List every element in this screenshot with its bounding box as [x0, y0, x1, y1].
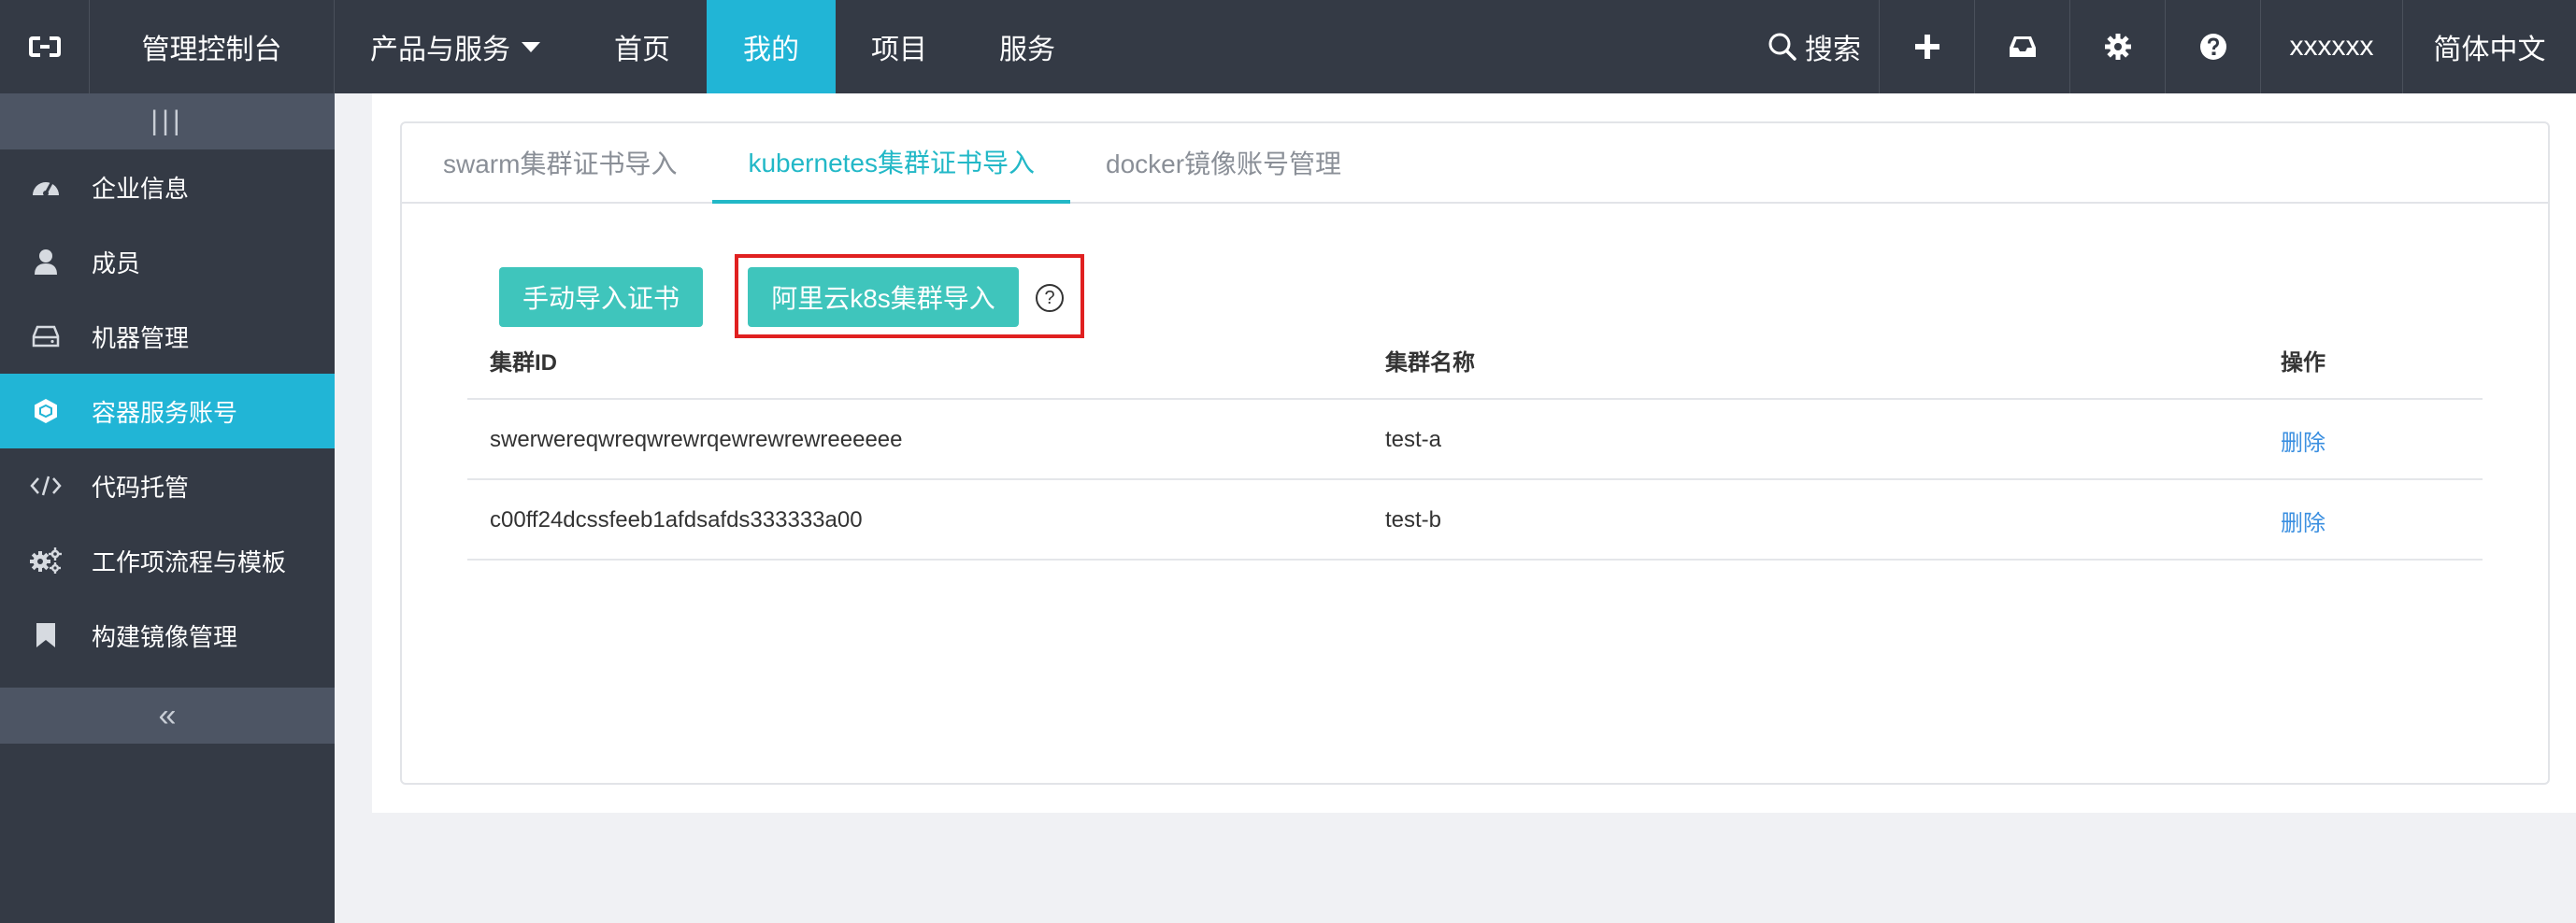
sidebar-item-label: 构建镜像管理 — [92, 622, 238, 651]
logo-icon — [28, 36, 61, 57]
sidebar-item-label: 企业信息 — [92, 174, 190, 203]
bookmark-icon — [0, 622, 92, 648]
help-circle-icon[interactable]: ? — [1036, 284, 1064, 312]
sidebar-collapse-button[interactable]: « — [0, 688, 335, 744]
table-row: c00ff24dcssfeeb1afdsafds333333a00 test-b… — [467, 480, 2483, 561]
sidebar-item-label: 容器服务账号 — [92, 398, 238, 427]
question-circle-icon — [2199, 34, 2226, 60]
aliyun-k8s-import-button[interactable]: 阿里云k8s集群导入 — [748, 267, 1019, 327]
cluster-id: swerwereqwreqwrewrqewrewrewreeeeee — [490, 427, 903, 452]
cluster-id: c00ff24dcssfeeb1afdsafds333333a00 — [490, 507, 863, 532]
sidebar-item-machines[interactable]: 机器管理 — [0, 299, 335, 374]
column-header-actions: 操作 — [2281, 349, 2326, 376]
column-header-cluster-name: 集群名称 — [1385, 349, 1475, 376]
logo[interactable] — [0, 0, 90, 93]
settings-button[interactable] — [2069, 0, 2165, 93]
tab-swarm-cert[interactable]: swarm集群证书导入 — [408, 123, 712, 202]
search-button[interactable]: 搜索 — [1750, 0, 1879, 93]
sidebar-item-build-images[interactable]: 构建镜像管理 — [0, 598, 335, 673]
inbox-icon — [2009, 36, 2036, 57]
cube-icon — [0, 398, 92, 424]
inbox-button[interactable] — [1974, 0, 2069, 93]
drive-icon — [0, 325, 92, 348]
add-button[interactable] — [1879, 0, 1974, 93]
code-icon — [0, 475, 92, 497]
nav-mine[interactable]: 我的 — [707, 0, 836, 93]
gear-icon — [2104, 34, 2131, 60]
chevron-down-icon — [522, 41, 540, 52]
delete-link[interactable]: 删除 — [2281, 400, 2326, 480]
top-navbar: 管理控制台 产品与服务 首页 我的 项目 服务 搜索 xxxxxx 简体中文 — [0, 0, 2576, 93]
nav-project[interactable]: 项目 — [836, 0, 963, 93]
sidebar-item-label: 代码托管 — [92, 473, 190, 502]
gears-icon — [0, 547, 92, 575]
sidebar-item-code-hosting[interactable]: 代码托管 — [0, 448, 335, 523]
dashboard-icon — [0, 175, 92, 199]
cluster-name: test-a — [1385, 427, 1442, 452]
console-link[interactable]: 管理控制台 — [90, 0, 335, 93]
nav-service[interactable]: 服务 — [963, 0, 1092, 93]
user-icon — [0, 248, 92, 275]
sidebar-toggle[interactable]: ||| — [0, 93, 335, 149]
sidebar: ||| 企业信息 成员 机器管理 容器服务账号 代码托管 工作项流程与模板 构建… — [0, 93, 335, 923]
table-row: swerwereqwreqwrewrqewrewrewreeeeee test-… — [467, 400, 2483, 480]
tab-kubernetes-cert[interactable]: kubernetes集群证书导入 — [712, 123, 1070, 204]
user-menu[interactable]: xxxxxx — [2260, 0, 2402, 93]
help-button[interactable] — [2165, 0, 2260, 93]
plus-icon — [1914, 35, 1939, 59]
sidebar-item-workflow-templates[interactable]: 工作项流程与模板 — [0, 523, 335, 598]
products-services-menu[interactable]: 产品与服务 — [335, 0, 578, 93]
table-header: 集群ID 集群名称 操作 — [467, 320, 2483, 400]
nav-home[interactable]: 首页 — [578, 0, 707, 93]
language-switch[interactable]: 简体中文 — [2402, 0, 2576, 93]
sidebar-item-label: 成员 — [92, 248, 141, 277]
cluster-table: 集群ID 集群名称 操作 swerwereqwreqwrewrqewrewrew… — [467, 320, 2483, 561]
products-services-label: 产品与服务 — [370, 35, 510, 65]
sidebar-item-members[interactable]: 成员 — [0, 224, 335, 299]
search-icon — [1768, 33, 1796, 61]
search-label: 搜索 — [1805, 35, 1861, 65]
tab-docker-account[interactable]: docker镜像账号管理 — [1070, 123, 1377, 202]
sidebar-item-label: 工作项流程与模板 — [92, 547, 287, 576]
column-header-cluster-id: 集群ID — [490, 349, 557, 376]
delete-link[interactable]: 删除 — [2281, 480, 2326, 561]
manual-import-button[interactable]: 手动导入证书 — [499, 267, 703, 327]
tab-bar: swarm集群证书导入 kubernetes集群证书导入 docker镜像账号管… — [402, 123, 2548, 204]
sidebar-item-label: 机器管理 — [92, 323, 190, 352]
sidebar-item-container-account[interactable]: 容器服务账号 — [0, 374, 335, 448]
sidebar-item-company-info[interactable]: 企业信息 — [0, 149, 335, 224]
cluster-name: test-b — [1385, 507, 1442, 532]
certificate-panel: swarm集群证书导入 kubernetes集群证书导入 docker镜像账号管… — [400, 121, 2550, 785]
